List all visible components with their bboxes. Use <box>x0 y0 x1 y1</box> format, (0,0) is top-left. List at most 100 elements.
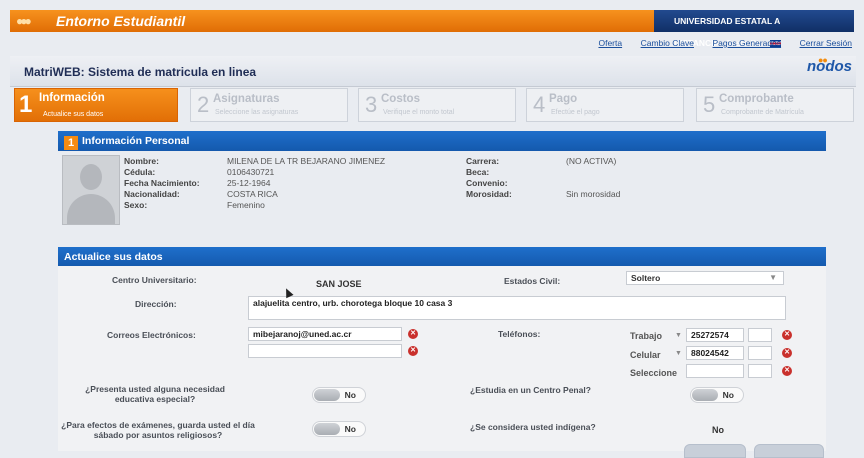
estado-civil-selected: Soltero <box>631 273 661 283</box>
phone-ext-3[interactable] <box>748 364 772 378</box>
toggle-value: No <box>722 390 734 400</box>
avatar-head-shape <box>80 164 102 190</box>
value-morosidad: Sin morosidad <box>566 189 621 199</box>
step-costos[interactable]: 3 Costos Verifique el monto total <box>358 88 516 122</box>
step-informacion[interactable]: 1 Información Actualice sus datos <box>14 88 178 122</box>
telefonos-label: Teléfonos: <box>498 329 541 339</box>
chevron-down-icon[interactable]: ▼ <box>675 332 682 339</box>
personal-right-labels: Carrera: Beca: Convenio: Morosidad: <box>466 156 512 200</box>
phone-type-3[interactable]: Seleccione <box>630 368 677 378</box>
link-cambio-clave[interactable]: Cambio Clave <box>641 38 694 48</box>
section-title: Información Personal <box>82 135 190 147</box>
chevron-down-icon: ▼ <box>769 273 777 282</box>
phone-ext-1[interactable] <box>748 328 772 342</box>
label-nombre: Nombre: <box>124 156 159 166</box>
personal-right-values: (NO ACTIVA) Sin morosidad <box>566 156 620 200</box>
step-sub: Efectúe el pago <box>551 109 600 116</box>
step-number: 4 <box>533 92 546 117</box>
link-cerrar-sesion[interactable]: Cerrar Sesión <box>800 38 852 48</box>
centro-penal-toggle[interactable]: No <box>690 387 744 403</box>
step-label: Pago <box>549 93 578 105</box>
estado-civil-label: Estados Civil: <box>504 276 561 286</box>
wizard-steps: 1 Información Actualice sus datos 2 Asig… <box>14 88 854 124</box>
toggle-knob <box>314 423 340 435</box>
label-fecha: Fecha Nacimiento: <box>124 178 200 188</box>
toggle-knob <box>314 389 340 401</box>
section-number: 1 <box>64 136 78 150</box>
indigena-value[interactable]: No <box>712 425 724 435</box>
step-sub: Actualice sus datos <box>43 111 104 118</box>
update-data-header: Actualice sus datos <box>58 247 826 267</box>
value-nombre: MILENA DE LA TR BEJARANO JIMENEZ <box>227 156 386 166</box>
toggle-value: No <box>344 390 356 400</box>
email-field-1[interactable]: mibejaranoj@uned.ac.cr <box>248 327 402 341</box>
top-bar: ●●● Entorno Estudiantil UNIVERSIDAD ESTA… <box>10 10 854 48</box>
step-number: 1 <box>19 91 33 118</box>
q-necesidad-label: ¿Presenta usted alguna necesidad educati… <box>85 384 225 404</box>
value-nacionalidad: COSTA RICA <box>227 189 278 199</box>
necesidad-toggle[interactable]: No <box>312 387 366 403</box>
dots-logo-icon: ●●● <box>16 14 32 28</box>
step-label: Información <box>39 92 105 104</box>
page-title: MatriWEB: Sistema de matricula en linea <box>24 65 257 79</box>
step-comprobante[interactable]: 5 Comprobante Comprobante de Matrícula <box>696 88 854 122</box>
centro-value: SAN JOSE <box>316 279 362 289</box>
toggle-value: No <box>344 424 356 434</box>
email-field-2[interactable] <box>248 344 402 358</box>
link-pagos-generados[interactable]: Pagos Generados <box>713 38 782 48</box>
label-convenio: Convenio: <box>466 178 508 188</box>
logo-text: nodos <box>807 58 852 75</box>
personal-values: MILENA DE LA TR BEJARANO JIMENEZ 0106430… <box>227 156 385 211</box>
step-label: Comprobante <box>719 93 794 105</box>
correos-label: Correos Electrónicos: <box>107 330 196 340</box>
label-sexo: Sexo: <box>124 200 148 210</box>
phone-number-1[interactable]: 25272574 <box>686 328 744 342</box>
phone-type-1[interactable]: Trabajo <box>630 331 662 341</box>
centro-label: Centro Universitario: <box>112 275 197 285</box>
direccion-input[interactable]: alajuelita centro, urb. chorotega bloque… <box>248 296 786 320</box>
phone-ext-2[interactable] <box>748 346 772 360</box>
q-indigena-label: ¿Se considera usted indígena? <box>470 422 596 432</box>
remove-email-1-icon[interactable]: ✕ <box>408 329 418 339</box>
value-beca <box>566 167 620 178</box>
step-asignaturas[interactable]: 2 Asignaturas Seleccione las asignaturas <box>190 88 348 122</box>
remove-phone-3-icon[interactable]: ✕ <box>782 366 792 376</box>
nodos-logo: ●● nodos <box>807 55 852 75</box>
value-convenio <box>566 178 620 189</box>
avatar-body-shape <box>67 194 115 224</box>
phone-number-3[interactable] <box>686 364 744 378</box>
label-cedula: Cédula: <box>124 167 156 177</box>
back-button[interactable] <box>684 444 746 458</box>
system-header: MatriWEB: Sistema de matricula en linea … <box>10 55 856 87</box>
remove-phone-1-icon[interactable]: ✕ <box>782 330 792 340</box>
value-carrera: (NO ACTIVA) <box>566 156 617 166</box>
link-oferta[interactable]: Oferta <box>598 38 622 48</box>
direccion-label: Dirección: <box>135 299 177 309</box>
next-button[interactable] <box>754 444 824 458</box>
phone-number-2[interactable]: 88024542 <box>686 346 744 360</box>
sabado-toggle[interactable]: No <box>312 421 366 437</box>
step-number: 3 <box>365 92 378 117</box>
step-sub: Seleccione las asignaturas <box>215 109 299 116</box>
university-banner: UNIVERSIDAD ESTATAL A DISTANCIA Costa Ric… <box>654 10 854 48</box>
phone-type-2[interactable]: Celular <box>630 350 661 360</box>
label-morosidad: Morosidad: <box>466 189 512 199</box>
step-number: 2 <box>197 92 210 117</box>
remove-email-2-icon[interactable]: ✕ <box>408 346 418 356</box>
step-pago[interactable]: 4 Pago Efectúe el pago <box>526 88 684 122</box>
top-links: Oferta Cambio Clave Pagos Generados Cerr… <box>582 38 852 48</box>
estado-civil-select[interactable]: Soltero ▼ <box>626 271 784 285</box>
chevron-down-icon[interactable]: ▼ <box>675 350 682 357</box>
personal-info-header: 1 Información Personal <box>58 131 826 151</box>
value-fecha: 25-12-1964 <box>227 178 271 188</box>
personal-labels: Nombre: Cédula: Fecha Nacimiento: Nacion… <box>124 156 200 211</box>
label-carrera: Carrera: <box>466 156 500 166</box>
label-beca: Beca: <box>466 167 490 177</box>
step-sub: Verifique el monto total <box>383 109 455 116</box>
logo-dots-icon: ●● <box>818 55 828 65</box>
avatar <box>62 155 120 225</box>
step-number: 5 <box>703 92 716 117</box>
q-sabado-label: ¿Para efectos de exámenes, guarda usted … <box>61 420 255 440</box>
step-sub: Comprobante de Matrícula <box>721 109 804 116</box>
remove-phone-2-icon[interactable]: ✕ <box>782 348 792 358</box>
